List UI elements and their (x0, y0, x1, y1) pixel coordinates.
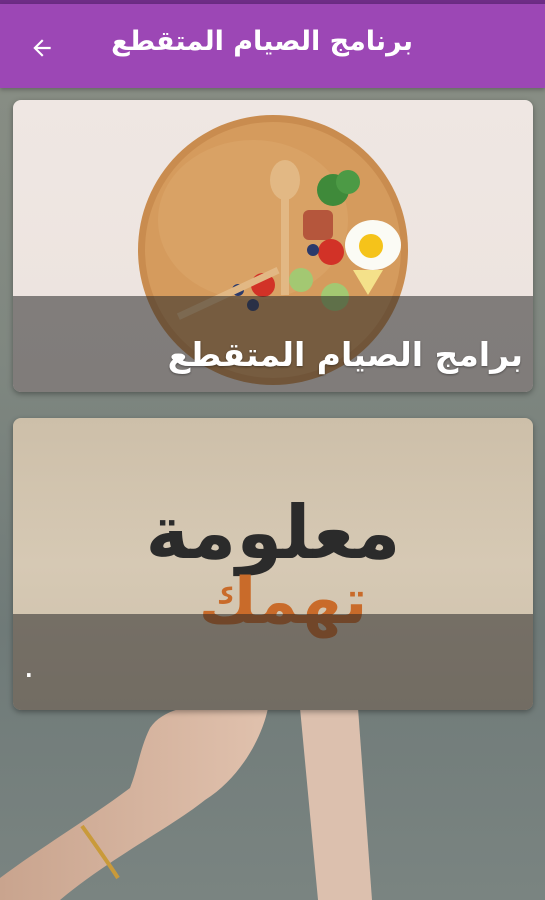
card-useful-information[interactable]: معلومة تهمك . (13, 418, 533, 710)
back-button[interactable] (22, 28, 62, 68)
app-title: برنامج الصيام المتقطع (111, 26, 413, 57)
card-title: . (25, 658, 33, 682)
app-bar: برنامج الصيام المتقطع (0, 4, 545, 88)
card-intermittent-fasting-programs[interactable]: برامج الصيام المتقطع (13, 100, 533, 392)
card-title: برامج الصيام المتقطع (167, 335, 523, 374)
image-text-line1: معلومة (146, 490, 401, 577)
card-caption-overlay (13, 614, 533, 710)
arrow-left-icon (33, 39, 51, 57)
